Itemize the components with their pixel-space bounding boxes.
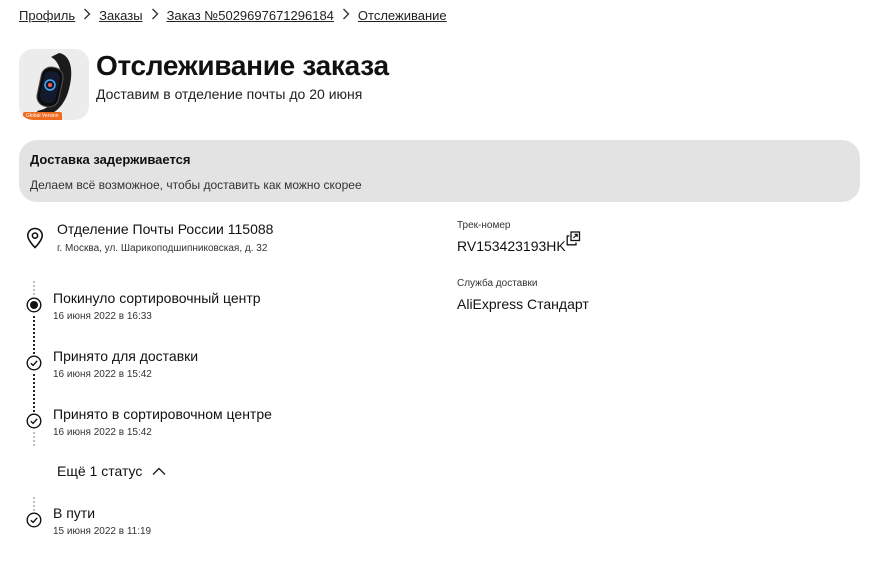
status-date: 16 июня 2022 в 16:33 bbox=[53, 311, 152, 322]
status-title: Покинуло сортировочный центр bbox=[53, 290, 261, 306]
status-title: В пути bbox=[53, 505, 96, 521]
alert-title: Доставка задерживается bbox=[30, 152, 191, 167]
tracking-number[interactable]: RV153423193HK bbox=[457, 238, 566, 254]
status-date: 16 июня 2022 в 15:42 bbox=[53, 427, 152, 438]
chevron-right-icon bbox=[342, 8, 350, 23]
alert-text: Делаем всё возможное, чтобы доставить ка… bbox=[30, 178, 362, 192]
chevron-right-icon bbox=[151, 8, 159, 23]
status-date: 15 июня 2022 в 11:19 bbox=[53, 526, 152, 537]
more-statuses-label: Ещё 1 статус bbox=[57, 463, 143, 479]
delivery-service-name: AliExpress Стандарт bbox=[457, 296, 589, 312]
timeline-connector bbox=[33, 315, 35, 355]
breadcrumb: Профиль Заказы Заказ №5029697671296184 О… bbox=[19, 8, 447, 23]
check-circle-icon bbox=[26, 413, 42, 434]
chevron-up-icon bbox=[152, 463, 166, 479]
status-date: 16 июня 2022 в 15:42 bbox=[53, 369, 152, 380]
delivery-service-label: Служба доставки bbox=[457, 278, 538, 289]
delay-alert: Доставка задерживается Делаем всё возмож… bbox=[19, 140, 860, 202]
product-badge: Global Version bbox=[23, 112, 62, 120]
location-pin-icon bbox=[26, 227, 44, 254]
check-circle-icon bbox=[26, 512, 42, 533]
current-dot-icon bbox=[26, 297, 42, 318]
copy-icon[interactable] bbox=[566, 231, 581, 251]
delivery-estimate: Доставим в отделение почты до 20 июня bbox=[96, 86, 363, 102]
status-title: Принято для доставки bbox=[53, 348, 199, 364]
check-circle-icon bbox=[26, 355, 42, 376]
breadcrumb-tracking[interactable]: Отслеживание bbox=[358, 8, 447, 23]
timeline-connector bbox=[33, 280, 35, 296]
breadcrumb-order[interactable]: Заказ №5029697671296184 bbox=[167, 8, 334, 23]
breadcrumb-profile[interactable]: Профиль bbox=[19, 8, 75, 23]
tracking-label: Трек-номер bbox=[457, 220, 511, 231]
fitness-band-image bbox=[36, 53, 72, 117]
breadcrumb-orders[interactable]: Заказы bbox=[99, 8, 142, 23]
product-thumbnail[interactable]: Global Version bbox=[19, 49, 89, 120]
chevron-right-icon bbox=[83, 8, 91, 23]
more-statuses-toggle[interactable]: Ещё 1 статус bbox=[57, 463, 166, 479]
page-title: Отслеживание заказа bbox=[96, 50, 389, 81]
status-title: Принято в сортировочном центре bbox=[53, 406, 272, 422]
timeline-connector bbox=[33, 496, 35, 512]
post-office-name: Отделение Почты России 115088 bbox=[57, 221, 274, 237]
timeline-connector bbox=[33, 373, 35, 413]
post-office-address: г. Москва, ул. Шарикоподшипниковская, д.… bbox=[57, 243, 268, 254]
